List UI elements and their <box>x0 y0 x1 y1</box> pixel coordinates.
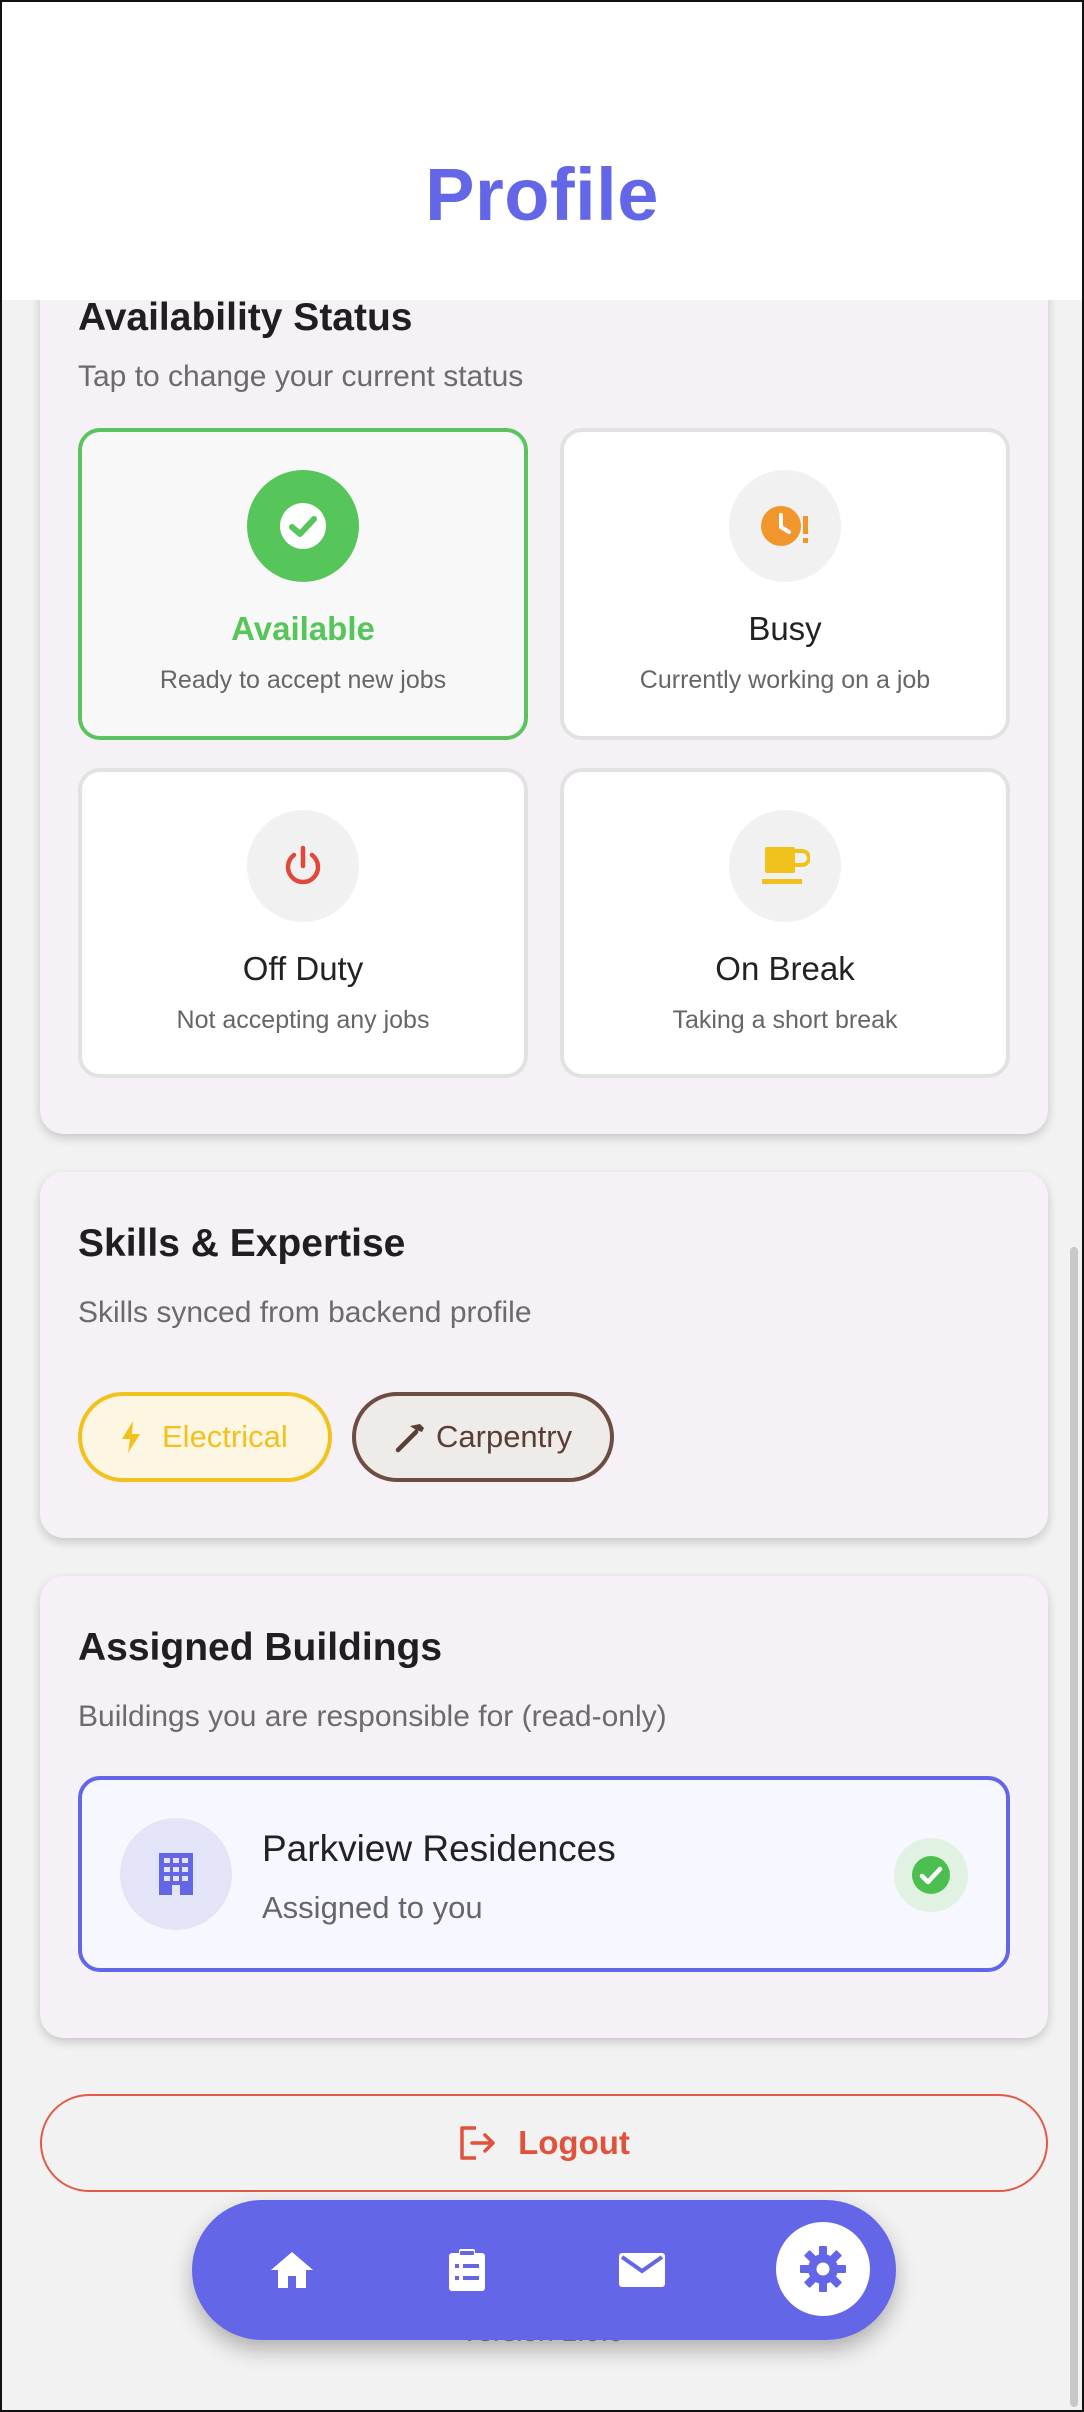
nav-messages[interactable] <box>592 2220 692 2320</box>
skill-chip-carpentry: Carpentry <box>352 1392 614 1482</box>
logout-label: Logout <box>518 2124 630 2161</box>
status-label: Available <box>231 610 375 647</box>
status-option-off-duty[interactable]: Off Duty Not accepting any jobs <box>78 768 528 1078</box>
skills-title: Skills & Expertise <box>78 1222 406 1265</box>
availability-title: Availability Status <box>78 296 413 339</box>
status-description: Ready to accept new jobs <box>159 666 447 694</box>
building-icon <box>120 1818 232 1930</box>
app-header: Profile <box>2 2 1082 300</box>
status-description: Currently working on a job <box>639 666 931 694</box>
building-name: Parkview Residences <box>262 1828 616 1869</box>
clock-alert-icon <box>729 470 841 582</box>
skill-label: Electrical <box>162 1419 288 1454</box>
availability-subtitle: Tap to change your current status <box>78 360 524 393</box>
status-description: Not accepting any jobs <box>176 1006 430 1034</box>
scrollbar[interactable] <box>1070 1247 1078 2407</box>
skill-label: Carpentry <box>436 1419 573 1454</box>
bottom-nav <box>192 2200 896 2340</box>
check-circle-icon <box>247 470 359 582</box>
hammer-icon <box>395 1424 424 1453</box>
bolt-icon <box>122 1421 140 1453</box>
nav-tasks[interactable] <box>417 2220 517 2320</box>
status-option-on-break[interactable]: On Break Taking a short break <box>560 768 1010 1078</box>
buildings-title: Assigned Buildings <box>78 1626 443 1669</box>
power-icon <box>247 810 359 922</box>
nav-home[interactable] <box>242 2220 342 2320</box>
logout-button[interactable]: Logout <box>40 2094 1048 2192</box>
home-icon <box>271 2252 313 2288</box>
status-description: Taking a short break <box>672 1006 898 1034</box>
page-title: Profile <box>425 153 659 236</box>
skills-card: Skills & Expertise Skills synced from ba… <box>40 1172 1048 1538</box>
skill-chip-electrical: Electrical <box>78 1392 332 1482</box>
buildings-card: Assigned Buildings Buildings you are res… <box>40 1576 1048 2038</box>
check-circle-icon <box>894 1838 968 1912</box>
buildings-subtitle: Buildings you are responsible for (read-… <box>78 1700 667 1733</box>
building-item: Parkview Residences Assigned to you <box>78 1776 1010 1972</box>
skills-subtitle: Skills synced from backend profile <box>78 1296 532 1329</box>
status-label: Off Duty <box>242 950 364 987</box>
status-option-busy[interactable]: Busy Currently working on a job <box>560 428 1010 740</box>
nav-settings[interactable] <box>776 2222 870 2316</box>
status-option-available[interactable]: Available Ready to accept new jobs <box>78 428 528 740</box>
coffee-icon <box>729 810 841 922</box>
availability-card: Availability Status Tap to change your c… <box>40 242 1048 1134</box>
status-label: On Break <box>715 950 855 987</box>
clipboard-list-icon <box>449 2249 485 2291</box>
building-status: Assigned to you <box>262 1890 483 1925</box>
status-label: Busy <box>748 610 822 647</box>
logout-icon <box>460 2126 495 2160</box>
gear-icon <box>800 2246 846 2292</box>
mail-icon <box>619 2253 665 2287</box>
